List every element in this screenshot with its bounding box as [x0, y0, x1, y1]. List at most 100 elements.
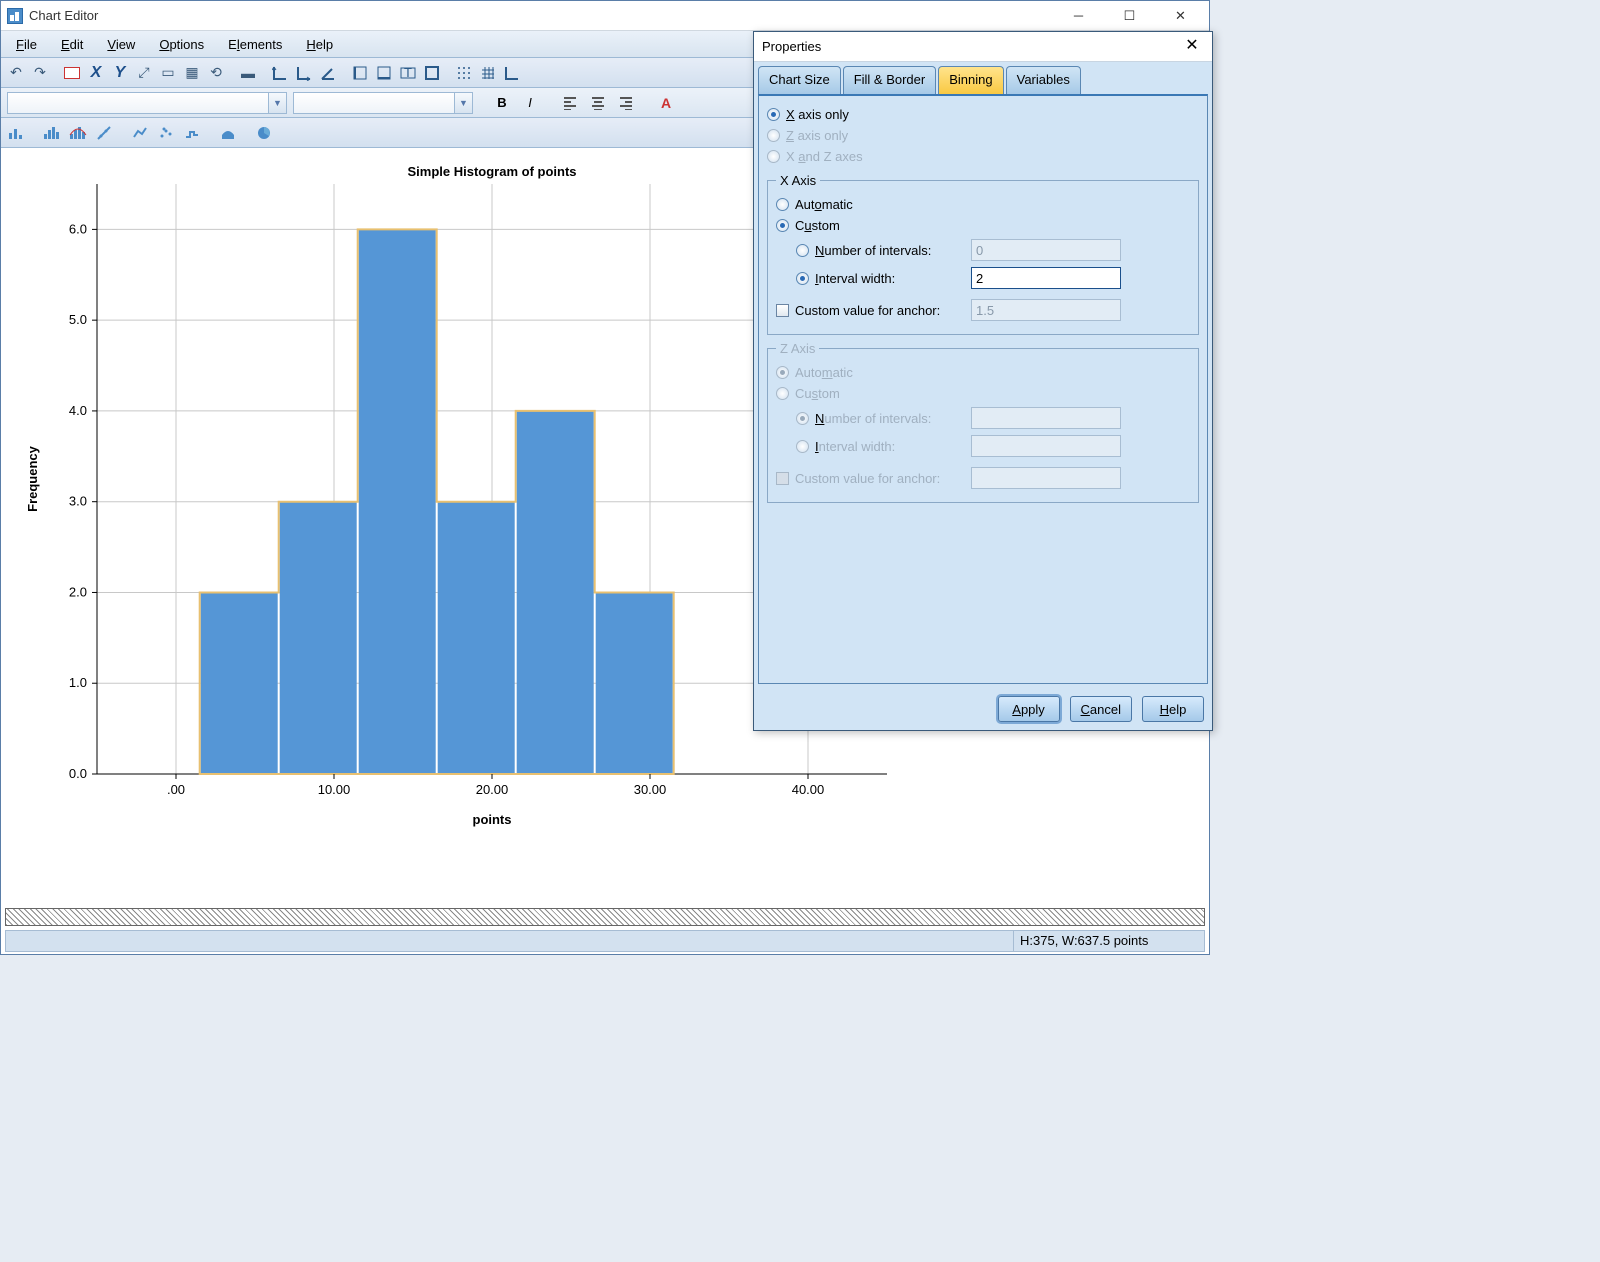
help-button[interactable]: Help — [1142, 696, 1204, 722]
z-axis-legend: Z Axis — [776, 341, 819, 356]
radio-icon — [776, 198, 789, 211]
menu-view[interactable]: View — [95, 33, 147, 56]
radio-x-interval-width[interactable]: Interval width: — [796, 264, 1190, 292]
maximize-button[interactable]: ☐ — [1107, 2, 1152, 30]
dialog-tabs: Chart Size Fill & Border Binning Variabl… — [758, 66, 1208, 94]
tab-fill-border[interactable]: Fill & Border — [843, 66, 937, 94]
svg-text:T: T — [404, 65, 412, 80]
select-icon[interactable]: ▭ — [157, 62, 179, 84]
font-size-combo[interactable]: ▼ — [293, 92, 473, 114]
bar-chart-icon[interactable] — [5, 122, 27, 144]
frame-corner-icon[interactable] — [501, 62, 523, 84]
undo-icon[interactable]: ↶ — [5, 62, 27, 84]
cancel-button[interactable]: Cancel — [1070, 696, 1132, 722]
radio-icon — [796, 440, 809, 453]
transpose-icon[interactable]: ⟲ — [205, 62, 227, 84]
histogram-curve-icon[interactable] — [67, 122, 89, 144]
svg-text:.00: .00 — [167, 782, 185, 797]
x-axis-icon[interactable]: X — [85, 62, 107, 84]
apply-button[interactable]: Apply — [998, 696, 1060, 722]
radio-x-custom[interactable]: Custom — [776, 215, 1190, 236]
svg-text:points: points — [473, 812, 512, 827]
step-chart-icon[interactable] — [181, 122, 203, 144]
redo-icon[interactable]: ↷ — [29, 62, 51, 84]
pie-chart-icon[interactable] — [253, 122, 275, 144]
gridlines-dot-icon[interactable] — [453, 62, 475, 84]
radio-icon — [776, 219, 789, 232]
check-z-anchor: Custom value for anchor: — [776, 464, 1190, 492]
status-bar: H:375, W:637.5 points — [5, 930, 1205, 952]
frame-l-icon[interactable] — [349, 62, 371, 84]
align-center-icon[interactable] — [587, 92, 609, 114]
menu-elements[interactable]: Elements — [216, 33, 294, 56]
interval-width-input[interactable] — [971, 267, 1121, 289]
text-box-icon[interactable]: T — [397, 62, 419, 84]
radio-icon — [776, 366, 789, 379]
radio-x-num-intervals[interactable]: Number of intervals: — [796, 236, 1190, 264]
italic-button[interactable]: I — [519, 92, 541, 114]
axis-diag-icon[interactable] — [317, 62, 339, 84]
histogram-icon[interactable] — [41, 122, 63, 144]
radio-z-interval-width: Interval width: — [796, 432, 1190, 460]
z-anchor-input — [971, 467, 1121, 489]
radio-z-num-intervals: Number of intervals: — [796, 404, 1190, 432]
dropdown-icon[interactable]: ▼ — [454, 93, 472, 113]
tab-binning[interactable]: Binning — [938, 66, 1003, 94]
align-right-icon[interactable] — [615, 92, 637, 114]
layers-icon[interactable]: ▦ — [181, 62, 203, 84]
radio-z-auto: Automatic — [776, 362, 1190, 383]
svg-text:30.00: 30.00 — [634, 782, 667, 797]
font-color-icon[interactable]: A — [655, 92, 677, 114]
z-num-intervals-input — [971, 407, 1121, 429]
font-family-input[interactable] — [8, 93, 268, 113]
data-label-icon[interactable]: ▬ — [237, 62, 259, 84]
frame-all-icon[interactable] — [421, 62, 443, 84]
svg-text:4.0: 4.0 — [69, 403, 87, 418]
radio-x-auto[interactable]: Automatic — [776, 194, 1190, 215]
line-chart-icon[interactable] — [129, 122, 151, 144]
radio-icon — [796, 244, 809, 257]
svg-text:3.0: 3.0 — [69, 494, 87, 509]
anchor-input[interactable] — [971, 299, 1121, 321]
svg-text:2.0: 2.0 — [69, 584, 87, 599]
area-chart-icon[interactable] — [217, 122, 239, 144]
scatter-icon[interactable] — [155, 122, 177, 144]
z-interval-width-input — [971, 435, 1121, 457]
axis-b-icon[interactable] — [293, 62, 315, 84]
scatter-diag-icon[interactable] — [93, 122, 115, 144]
tab-chart-size[interactable]: Chart Size — [758, 66, 841, 94]
num-intervals-input[interactable] — [971, 239, 1121, 261]
gridlines-icon[interactable] — [477, 62, 499, 84]
font-size-input[interactable] — [294, 93, 454, 113]
radio-icon — [767, 150, 780, 163]
y-axis-icon[interactable]: Y — [109, 62, 131, 84]
bold-button[interactable]: B — [491, 92, 513, 114]
dialog-close-button[interactable]: ✕ — [1180, 35, 1204, 59]
check-x-anchor[interactable]: Custom value for anchor: — [776, 296, 1190, 324]
window-title: Chart Editor — [29, 8, 1050, 23]
menu-help[interactable]: Help — [294, 33, 345, 56]
radio-x-only[interactable]: X axis only — [767, 104, 1199, 125]
svg-text:Simple Histogram of points: Simple Histogram of points — [407, 164, 576, 179]
chart-editor-window: Chart Editor ─ ☐ ✕ File Edit View Option… — [0, 0, 1210, 955]
axis-l-icon[interactable] — [269, 62, 291, 84]
font-family-combo[interactable]: ▼ — [7, 92, 287, 114]
fit-icon[interactable]: ⤢ — [133, 62, 155, 84]
radio-icon — [796, 272, 809, 285]
menu-edit[interactable]: Edit — [49, 33, 95, 56]
checkbox-icon — [776, 304, 789, 317]
dialog-buttons: Apply Cancel Help — [754, 688, 1212, 730]
radio-icon — [796, 412, 809, 425]
menu-options[interactable]: Options — [147, 33, 216, 56]
close-button[interactable]: ✕ — [1158, 2, 1203, 30]
tab-variables[interactable]: Variables — [1006, 66, 1081, 94]
radio-icon — [776, 387, 789, 400]
grid-icon[interactable] — [61, 62, 83, 84]
x-axis-legend: X Axis — [776, 173, 820, 188]
radio-icon — [767, 108, 780, 121]
menu-file[interactable]: File — [4, 33, 49, 56]
minimize-button[interactable]: ─ — [1056, 2, 1101, 30]
dropdown-icon[interactable]: ▼ — [268, 93, 286, 113]
frame-b-icon[interactable] — [373, 62, 395, 84]
align-left-icon[interactable] — [559, 92, 581, 114]
